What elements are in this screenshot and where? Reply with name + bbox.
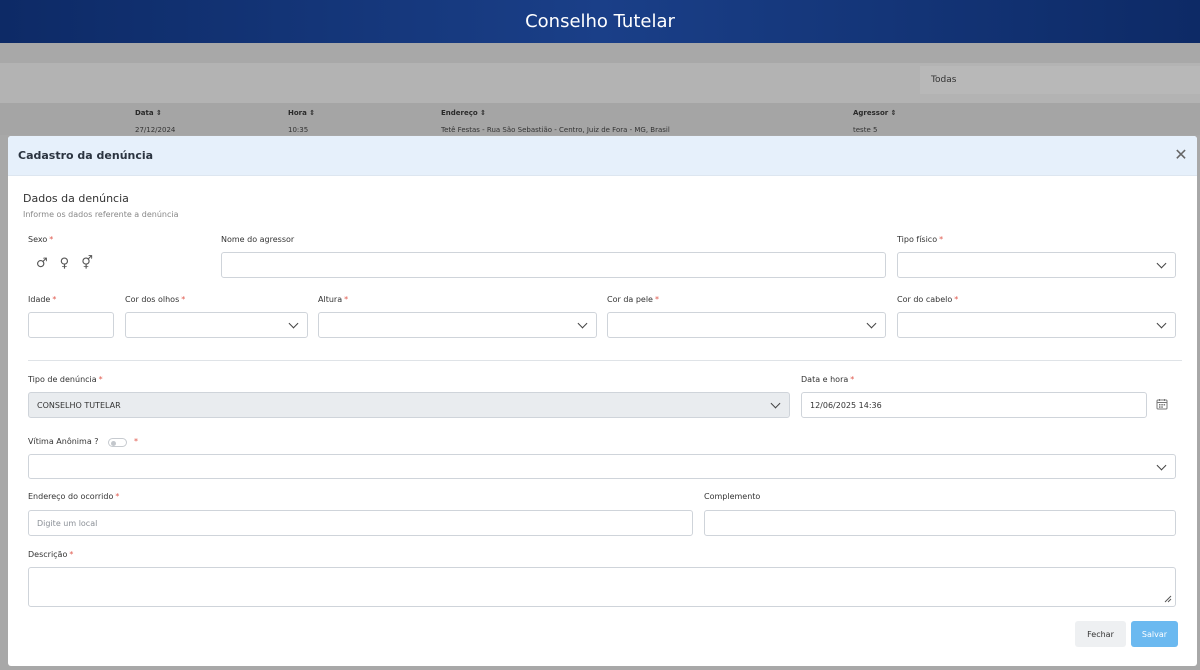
app-title: Conselho Tutelar: [525, 11, 675, 32]
app-header: Conselho Tutelar: [0, 0, 1200, 43]
cor-olhos-select[interactable]: [125, 312, 308, 338]
section-divider: [28, 360, 1182, 361]
label-tipo-denuncia: Tipo de denúncia *: [28, 375, 103, 384]
cor-cabelo-select[interactable]: [897, 312, 1176, 338]
chevron-down-icon: [866, 318, 877, 329]
chevron-down-icon: [1156, 460, 1167, 471]
label-tipo-fisico: Tipo físico *: [897, 235, 944, 244]
tipo-denuncia-select[interactable]: CONSELHO TUTELAR: [28, 392, 790, 418]
calendar-icon[interactable]: [1156, 398, 1168, 410]
label-data-hora: Data e hora *: [801, 375, 855, 384]
label-cor-olhos: Cor dos olhos *: [125, 295, 186, 304]
table-cell-hora: 10:35: [288, 126, 309, 134]
chevron-down-icon: [1156, 258, 1167, 269]
column-header-endereco[interactable]: Endereço ⇕: [441, 109, 486, 117]
male-icon[interactable]: ♂: [36, 256, 48, 271]
cor-pele-select[interactable]: [607, 312, 886, 338]
column-header-hora[interactable]: Hora ⇕: [288, 109, 315, 117]
label-cor-pele: Cor da pele *: [607, 295, 659, 304]
endereco-input[interactable]: Digite um local: [28, 510, 693, 536]
table-cell-agressor: teste 5: [853, 126, 878, 134]
label-vitima-anonima: Vítima Anônima ?: [28, 437, 99, 446]
label-complemento: Complemento: [704, 492, 761, 501]
label-sexo: Sexo *: [28, 235, 54, 244]
label-descricao: Descrição *: [28, 550, 74, 559]
data-hora-value: 12/06/2025 14:36: [810, 400, 882, 410]
data-hora-input[interactable]: 12/06/2025 14:36: [801, 392, 1147, 418]
altura-select[interactable]: [318, 312, 597, 338]
label-nome-agressor: Nome do agressor: [221, 235, 295, 244]
label-endereco: Endereço do ocorrido *: [28, 492, 120, 501]
tipo-fisico-select[interactable]: [897, 252, 1176, 278]
sex-selector: ♂ ♀ ⚥: [36, 256, 93, 271]
section-title: Dados da denúncia: [23, 192, 129, 205]
label-idade: Idade *: [28, 295, 57, 304]
descricao-textarea[interactable]: [28, 567, 1176, 607]
filter-select[interactable]: Todas: [920, 66, 1200, 94]
resize-handle-icon[interactable]: [1163, 594, 1172, 603]
modal-header: Cadastro da denúncia: [8, 136, 1197, 176]
close-icon[interactable]: ✕: [1174, 147, 1188, 163]
label-cor-cabelo: Cor do cabelo *: [897, 295, 959, 304]
complaint-modal: Cadastro da denúncia ✕ Dados da denúncia…: [8, 136, 1197, 666]
tipo-denuncia-value: CONSELHO TUTELAR: [37, 400, 121, 410]
modal-title: Cadastro da denúncia: [18, 149, 154, 162]
chevron-down-icon: [770, 398, 781, 409]
salvar-button[interactable]: Salvar: [1131, 621, 1178, 647]
idade-input[interactable]: [28, 312, 114, 338]
column-header-agressor[interactable]: Agressor ⇕: [853, 109, 897, 117]
female-icon[interactable]: ♀: [60, 256, 70, 271]
endereco-placeholder: Digite um local: [37, 518, 98, 528]
other-gender-icon[interactable]: ⚥: [81, 256, 93, 271]
required-mark: *: [134, 437, 138, 446]
fechar-button[interactable]: Fechar: [1075, 621, 1126, 647]
vitima-anonima-toggle[interactable]: [108, 438, 127, 447]
complemento-input[interactable]: [704, 510, 1176, 536]
label-altura: Altura *: [318, 295, 349, 304]
table-cell-endereco: Tetê Festas - Rua São Sebastião - Centro…: [441, 126, 670, 134]
nome-agressor-input[interactable]: [221, 252, 886, 278]
vitima-select[interactable]: [28, 454, 1176, 479]
chevron-down-icon: [577, 318, 588, 329]
table-cell-data: 27/12/2024: [135, 126, 176, 134]
chevron-down-icon: [1156, 318, 1167, 329]
column-header-data[interactable]: Data ⇕: [135, 109, 162, 117]
section-subtitle: Informe os dados referente a denúncia: [23, 210, 179, 219]
chevron-down-icon: [288, 318, 299, 329]
